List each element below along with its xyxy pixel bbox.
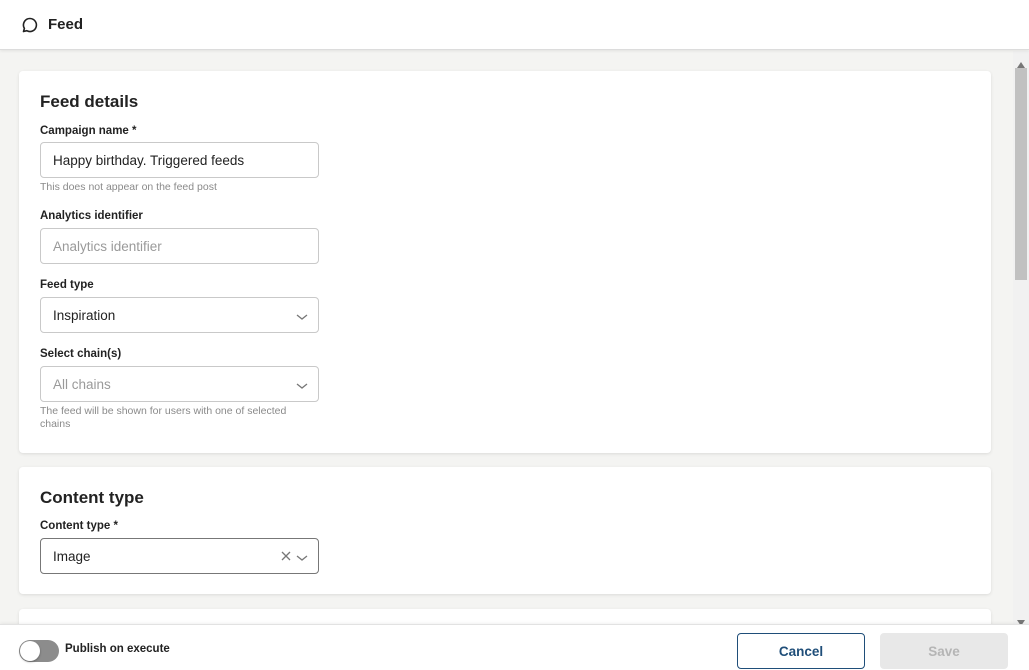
chat-bubble-icon <box>20 15 40 35</box>
page-title: Feed <box>48 16 84 33</box>
campaign-name-input[interactable]: Happy birthday. Triggered feeds <box>40 142 319 178</box>
campaign-name-value: Happy birthday. Triggered feeds <box>53 152 245 168</box>
chevron-down-icon <box>296 310 308 320</box>
feed-details-title: Feed details <box>40 92 139 111</box>
vertical-scrollbar[interactable] <box>1013 51 1029 626</box>
page-header: Feed <box>0 0 1029 50</box>
content-type-card: Content type Content type * Image <box>19 467 991 594</box>
scrollbar-thumb[interactable] <box>1015 68 1027 280</box>
publish-on-execute-label: Publish on execute <box>65 643 170 655</box>
feed-type-label: Feed type <box>40 279 94 291</box>
clear-icon[interactable] <box>280 550 292 562</box>
select-chains-hint: The feed will be shown for users with on… <box>40 405 287 430</box>
campaign-name-hint: This does not appear on the feed post <box>40 181 217 193</box>
feed-type-value: Inspiration <box>53 307 116 323</box>
toggle-knob <box>20 641 40 661</box>
content-type-title: Content type <box>40 488 144 507</box>
campaign-name-label: Campaign name * <box>40 125 137 137</box>
content-type-value: Image <box>53 548 91 564</box>
content-type-label: Content type * <box>40 520 118 532</box>
save-button[interactable]: Save <box>880 633 1008 669</box>
select-chains-placeholder: All chains <box>53 376 111 392</box>
main-content[interactable]: Feed details Campaign name * Happy birth… <box>0 51 1013 624</box>
scroll-down-arrow-icon[interactable] <box>1017 613 1025 626</box>
scroll-up-arrow-icon[interactable] <box>1017 55 1025 68</box>
next-card <box>19 609 991 624</box>
select-chains-label: Select chain(s) <box>40 348 122 360</box>
select-chains-select[interactable]: All chains <box>40 366 319 402</box>
footer-bar: Publish on execute Cancel Save <box>0 624 1029 670</box>
cancel-button[interactable]: Cancel <box>737 633 865 669</box>
analytics-identifier-input[interactable]: Analytics identifier <box>40 228 319 264</box>
feed-type-select[interactable]: Inspiration <box>40 297 319 333</box>
analytics-identifier-placeholder: Analytics identifier <box>53 238 162 254</box>
chevron-down-icon <box>296 379 308 389</box>
chevron-down-icon <box>296 551 308 561</box>
publish-on-execute-toggle[interactable] <box>19 640 59 662</box>
content-type-select[interactable]: Image <box>40 538 319 574</box>
analytics-identifier-label: Analytics identifier <box>40 210 143 222</box>
feed-details-card: Feed details Campaign name * Happy birth… <box>19 71 991 453</box>
